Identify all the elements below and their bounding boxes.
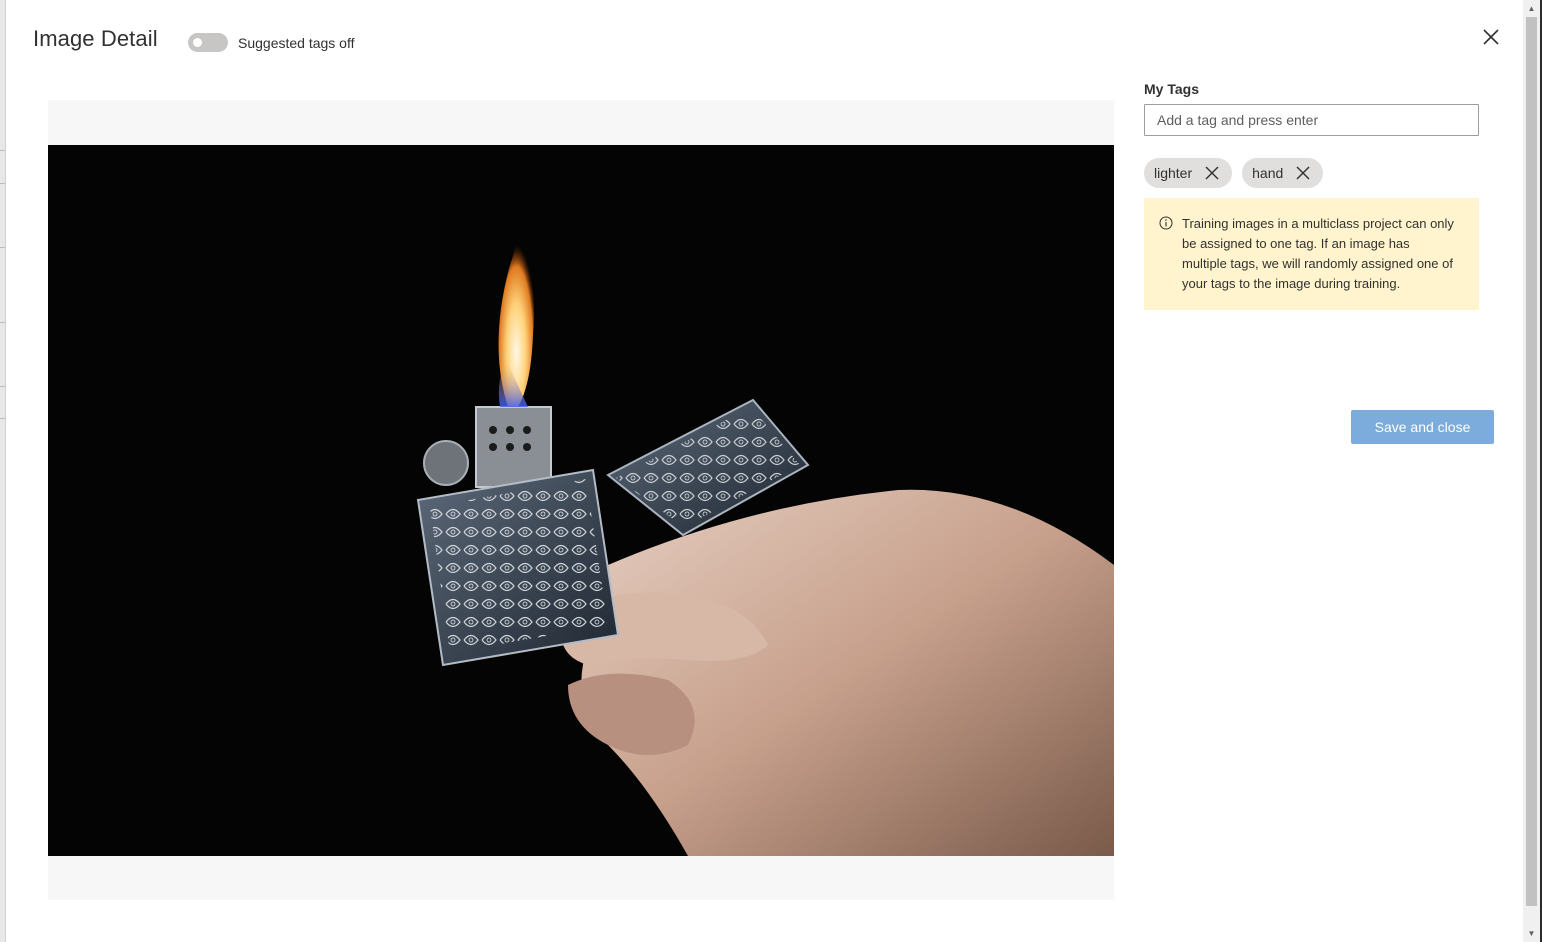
photo-lighter-in-hand	[48, 145, 1114, 856]
remove-tag-icon[interactable]	[1204, 165, 1220, 181]
save-and-close-button[interactable]: Save and close	[1351, 410, 1494, 444]
info-icon	[1159, 216, 1173, 230]
tag-chip-label: lighter	[1154, 165, 1193, 181]
tag-chip-hand: hand	[1242, 158, 1324, 188]
suggested-tags-label: Suggested tags off	[238, 35, 355, 51]
suggested-tags-toggle[interactable]	[188, 33, 228, 52]
tag-chip-label: hand	[1252, 165, 1284, 181]
dialog-title: Image Detail	[33, 26, 158, 51]
image-viewer	[48, 100, 1114, 900]
my-tags-heading: My Tags	[1144, 81, 1199, 97]
scrollbar[interactable]: ▲ ▼	[1523, 0, 1540, 942]
warning-text: Training images in a multiclass project …	[1182, 216, 1454, 291]
tag-chip-lighter: lighter	[1144, 158, 1233, 188]
toggle-knob	[193, 38, 202, 47]
image-detail-dialog: Image Detail Suggested tags off My Tags …	[6, 0, 1522, 942]
scroll-thumb[interactable]	[1526, 17, 1537, 906]
remove-tag-icon[interactable]	[1295, 165, 1311, 181]
close-icon[interactable]	[1480, 26, 1502, 48]
tag-chip-list: lighter hand	[1144, 158, 1324, 188]
multiclass-warning: Training images in a multiclass project …	[1144, 198, 1479, 310]
page: Image Detail Suggested tags off My Tags …	[0, 0, 1542, 942]
scroll-up-icon[interactable]: ▲	[1523, 0, 1540, 17]
scroll-down-icon[interactable]: ▼	[1523, 925, 1540, 942]
add-tag-input[interactable]	[1144, 104, 1479, 136]
